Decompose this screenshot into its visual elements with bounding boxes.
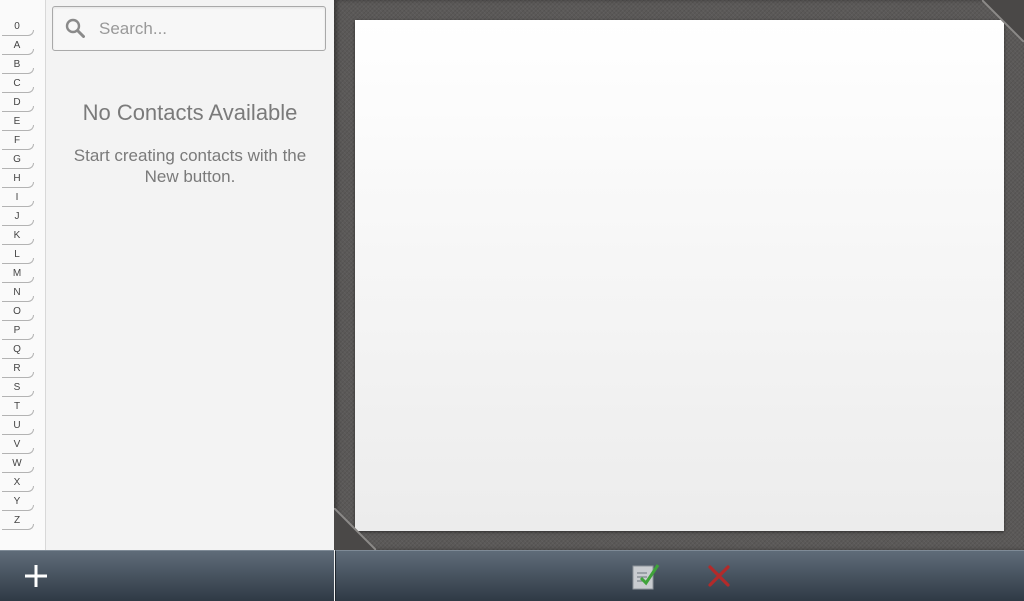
search-input[interactable] (97, 7, 321, 50)
contacts-list-pane: 0ABCDEFGHIJKLMNOPQRSTUVWXYZ No Contacts … (0, 0, 334, 550)
index-letter-d[interactable]: D (0, 93, 34, 112)
index-letter-m[interactable]: M (0, 264, 34, 283)
index-letter-h[interactable]: H (0, 169, 34, 188)
search-box[interactable] (52, 6, 326, 51)
cancel-button[interactable] (706, 563, 732, 589)
index-letter-p[interactable]: P (0, 321, 34, 340)
empty-state-title: No Contacts Available (82, 100, 298, 125)
detail-toolbar (335, 550, 1024, 601)
index-letter-s[interactable]: S (0, 378, 34, 397)
plus-icon (25, 565, 47, 587)
save-document-check-icon (632, 564, 660, 590)
index-letter-g[interactable]: G (0, 150, 34, 169)
page-corner-top-right (982, 0, 1024, 42)
index-letter-u[interactable]: U (0, 416, 34, 435)
index-letter-0[interactable]: 0 (0, 17, 34, 36)
page-corner-bottom-left (334, 508, 376, 550)
index-letter-r[interactable]: R (0, 359, 34, 378)
alphabet-index-list: 0ABCDEFGHIJKLMNOPQRSTUVWXYZ (0, 17, 45, 530)
new-contact-button[interactable] (20, 560, 52, 592)
index-letter-k[interactable]: K (0, 226, 34, 245)
empty-state-message: Start creating contacts with the New but… (73, 146, 307, 186)
index-letter-q[interactable]: Q (0, 340, 34, 359)
index-letter-c[interactable]: C (0, 74, 34, 93)
index-letter-w[interactable]: W (0, 454, 34, 473)
index-letter-o[interactable]: O (0, 302, 34, 321)
index-letter-l[interactable]: L (0, 245, 34, 264)
contact-detail-sheet (334, 0, 1024, 550)
index-letter-j[interactable]: J (0, 207, 34, 226)
close-x-icon (708, 565, 730, 587)
save-button[interactable] (630, 561, 660, 591)
index-letter-t[interactable]: T (0, 397, 34, 416)
index-letter-x[interactable]: X (0, 473, 34, 492)
index-letter-i[interactable]: I (0, 188, 34, 207)
index-letter-b[interactable]: B (0, 55, 34, 74)
index-letter-f[interactable]: F (0, 131, 34, 150)
index-letter-a[interactable]: A (0, 36, 34, 55)
index-letter-v[interactable]: V (0, 435, 34, 454)
list-toolbar (0, 550, 334, 601)
index-letter-n[interactable]: N (0, 283, 34, 302)
index-letter-y[interactable]: Y (0, 492, 34, 511)
alphabet-index: 0ABCDEFGHIJKLMNOPQRSTUVWXYZ (0, 0, 46, 550)
contact-detail-pane (334, 0, 1024, 550)
index-letter-e[interactable]: E (0, 112, 34, 131)
search-icon (65, 18, 85, 38)
index-letter-z[interactable]: Z (0, 511, 34, 530)
